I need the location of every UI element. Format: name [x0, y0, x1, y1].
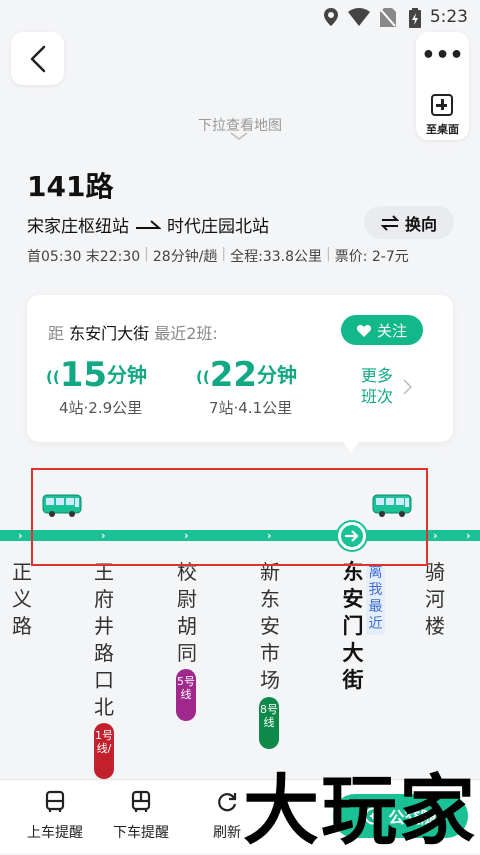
heart-icon: [356, 324, 371, 337]
more-shifts-link[interactable]: 更多 班次: [361, 365, 393, 407]
route-interval: 28分钟/趟: [152, 249, 218, 265]
eta-bus-1: ((15分钟 4站·2.9公里: [46, 355, 147, 418]
arrival-prefix: 距: [48, 324, 65, 343]
line-arrow-icon: ›: [18, 529, 23, 542]
arrival-station: 东安门大街: [69, 324, 150, 343]
location-icon: [324, 8, 338, 26]
route-destination: 时代庄园北站: [167, 217, 269, 237]
eta-minutes: 22: [209, 355, 258, 395]
follow-label: 关注: [376, 321, 407, 340]
stop-name[interactable]: 骑河楼: [422, 559, 448, 640]
chevron-right-icon: [403, 379, 412, 395]
route-info: 首05:30 末22:30 | 28分钟/趟 | 全程:33.8公里 | 票价: 2-…: [27, 246, 409, 265]
more-shifts-line2: 班次: [361, 387, 394, 406]
eta-minutes: 15: [59, 355, 108, 395]
battery-icon: [409, 8, 421, 28]
bus-board-icon: [45, 790, 65, 812]
route-origin: 宋家庄枢纽站: [27, 217, 129, 237]
stop-name[interactable]: 正义路: [9, 559, 35, 640]
stop-name[interactable]: 校尉胡同: [174, 559, 200, 667]
eta-detail: 4站·2.9公里: [59, 399, 143, 417]
eta-bus-2: ((22分钟 7站·4.1公里: [196, 355, 297, 418]
route-length: 全程:33.8公里: [230, 249, 323, 265]
alight-reminder-label: 下车提醒: [113, 825, 169, 841]
more-options-icon[interactable]: •••: [416, 45, 469, 67]
line-arrow-icon: ›: [433, 529, 438, 542]
chevron-left-icon: [30, 45, 45, 72]
board-reminder-label: 上车提醒: [27, 825, 83, 841]
status-bar: 5:23: [0, 0, 480, 34]
route-title: 141路: [27, 170, 114, 203]
direction-arrow-icon: [136, 219, 161, 229]
eta-unit: 分钟: [257, 363, 298, 387]
arrival-card-pointer: [341, 440, 361, 452]
eta-detail: 7站·4.1公里: [209, 399, 293, 417]
chevron-down-icon: [230, 132, 248, 140]
swap-direction-button[interactable]: 换向: [364, 206, 454, 239]
more-shifts-line1: 更多: [361, 366, 394, 385]
route-fare: 票价: 2-7元: [334, 249, 409, 265]
nearest-tag: 离我最近: [366, 563, 385, 635]
current-stop-name[interactable]: 东安门大街: [340, 559, 366, 694]
wifi-icon: [348, 8, 370, 26]
refresh-icon: [218, 793, 237, 812]
arrival-suffix: 最近2班:: [154, 324, 218, 343]
metro-line-badge: 8号线: [259, 697, 279, 749]
watermark: 大玩家: [243, 766, 477, 855]
signal-wave-icon: ((: [46, 368, 60, 386]
back-button[interactable]: [11, 32, 64, 85]
alight-reminder-button[interactable]: 下车提醒: [106, 790, 176, 842]
stop-name[interactable]: 新东安市场: [257, 559, 283, 694]
status-time: 5:23: [429, 7, 468, 27]
highlight-box: [31, 468, 428, 566]
board-reminder-button[interactable]: 上车提醒: [20, 790, 90, 842]
metro-line-badge: 5号线: [176, 669, 196, 721]
arrival-card: 距 东安门大街 最近2班: 关注 ((15分钟 4站·2.9公里 ((22分钟 …: [27, 295, 453, 442]
signal-wave-icon: ((: [196, 368, 210, 386]
line-arrow-icon: ›: [466, 529, 471, 542]
bus-alight-icon: [131, 790, 151, 812]
route-service-hours: 首05:30 末22:30: [27, 249, 141, 265]
metro-line-badge: 1号线/: [94, 723, 114, 779]
arrival-header: 距 东安门大街 最近2班:: [48, 320, 218, 344]
eta-unit: 分钟: [107, 363, 148, 387]
no-sim-icon: [380, 8, 396, 27]
follow-button[interactable]: 关注: [341, 315, 423, 345]
add-to-desktop-icon[interactable]: [431, 94, 453, 116]
route-direction: 宋家庄枢纽站 时代庄园北站: [27, 212, 269, 237]
swap-icon: [380, 214, 399, 231]
stop-name[interactable]: 王府井路口北: [91, 559, 117, 719]
swap-label: 换向: [404, 214, 437, 234]
